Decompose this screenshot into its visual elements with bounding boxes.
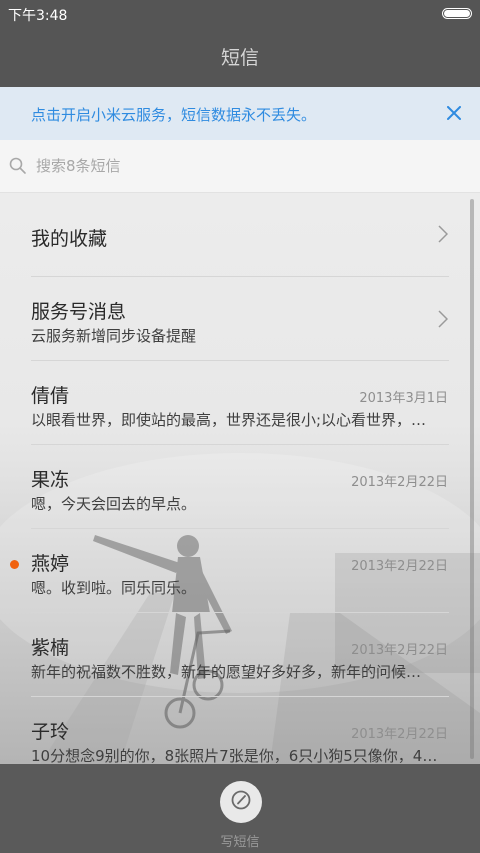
conversation-list[interactable]: 我的收藏 服务号消息 云服务新增同步设备提醒 倩倩 2013年3月1日 以眼看世…	[0, 193, 480, 764]
page-title: 短信	[220, 47, 259, 69]
bottom-bar: 写短信	[0, 764, 480, 853]
item-preview: 嗯。收到啦。同乐同乐。	[31, 579, 197, 597]
compose-label[interactable]: 写短信	[0, 831, 480, 850]
list-item-favorites[interactable]: 我的收藏	[0, 193, 480, 277]
chevron-right-icon	[438, 225, 449, 247]
message-date: 2013年2月22日	[351, 727, 448, 742]
contact-name: 倩倩	[31, 385, 70, 407]
conversation-item[interactable]: 紫楠 2013年2月22日 新年的祝福数不胜数，新年的愿望好多好多，新年的问候…	[0, 613, 480, 697]
conversation-item[interactable]: 燕婷 2013年2月22日 嗯。收到啦。同乐同乐。	[0, 529, 480, 613]
battery-icon	[442, 8, 472, 19]
conversation-item[interactable]: 倩倩 2013年3月1日 以眼看世界，即使站的最高，世界还是很小;以心看世界，…	[0, 361, 480, 445]
banner-text[interactable]: 点击开启小米云服务，短信数据永不丢失。	[31, 104, 316, 125]
message-date: 2013年2月22日	[351, 643, 448, 658]
item-preview: 云服务新增同步设备提醒	[31, 327, 197, 345]
contact-name: 子玲	[31, 721, 70, 743]
status-bar: 下午3:48	[0, 0, 480, 26]
search-input[interactable]	[36, 154, 436, 178]
list-item-service-messages[interactable]: 服务号消息 云服务新增同步设备提醒	[0, 277, 480, 361]
chevron-right-icon	[438, 310, 449, 332]
compose-icon	[230, 789, 252, 815]
message-date: 2013年2月22日	[351, 559, 448, 574]
status-time: 下午3:48	[8, 8, 68, 24]
message-date: 2013年2月22日	[351, 475, 448, 490]
search-bar[interactable]	[0, 140, 480, 193]
close-icon[interactable]	[440, 99, 468, 127]
contact-name: 果冻	[31, 469, 70, 491]
compose-button[interactable]	[220, 781, 262, 823]
item-preview: 以眼看世界，即使站的最高，世界还是很小;以心看世界，…	[31, 411, 427, 429]
item-title: 我的收藏	[31, 228, 108, 250]
item-preview: 10分想念9别的你，8张照片7张是你，6只小狗5只像你，4…	[31, 747, 438, 764]
item-title: 服务号消息	[31, 301, 127, 323]
conversation-item[interactable]: 果冻 2013年2月22日 嗯，今天会回去的早点。	[0, 445, 480, 529]
message-date: 2013年3月1日	[359, 391, 448, 406]
app-header: 短信	[0, 26, 480, 87]
item-preview: 嗯，今天会回去的早点。	[31, 495, 197, 513]
unread-indicator	[10, 560, 19, 569]
contact-name: 燕婷	[31, 553, 70, 575]
item-preview: 新年的祝福数不胜数，新年的愿望好多好多，新年的问候…	[31, 663, 422, 681]
conversation-item[interactable]: 子玲 2013年2月22日 10分想念9别的你，8张照片7张是你，6只小狗5只像…	[0, 697, 480, 764]
cloud-service-banner[interactable]: 点击开启小米云服务，短信数据永不丢失。	[0, 87, 480, 140]
search-icon	[9, 157, 27, 179]
contact-name: 紫楠	[31, 637, 70, 659]
